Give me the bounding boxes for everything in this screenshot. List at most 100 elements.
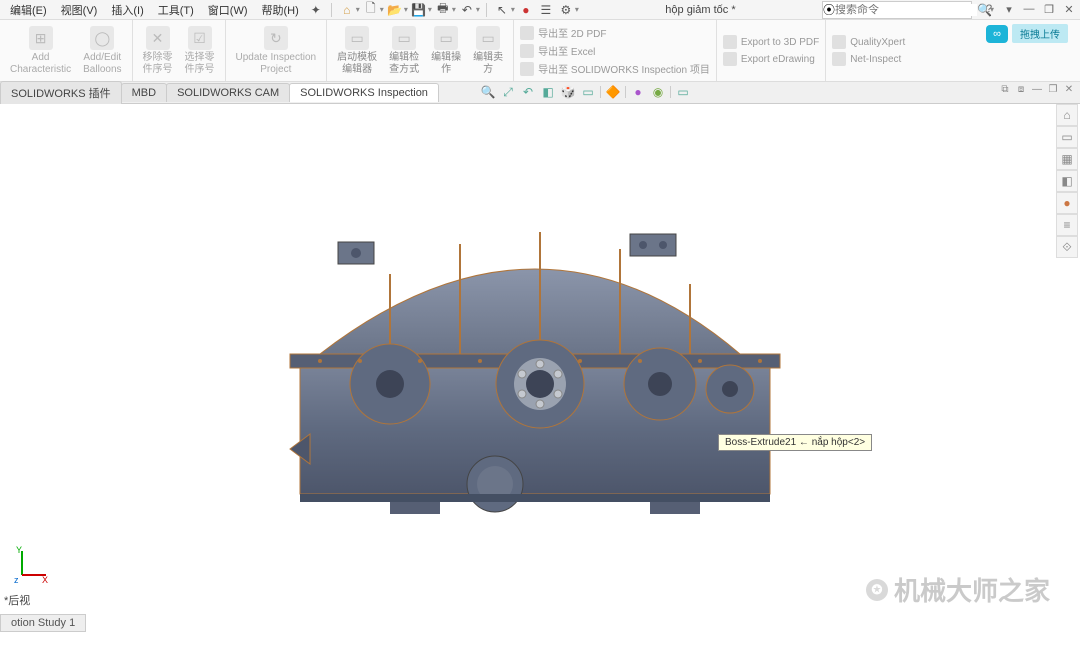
qualityxpert[interactable]: QualityXpert	[832, 35, 905, 49]
tab-inspection[interactable]: SOLIDWORKS Inspection	[289, 83, 439, 102]
previous-view-icon[interactable]: ↶	[520, 84, 536, 100]
chevron-down-icon[interactable]: ▾	[476, 5, 480, 14]
select-icon[interactable]: ↖	[493, 1, 511, 19]
render-icon[interactable]: ▭	[675, 84, 691, 100]
export-2d-pdf[interactable]: 导出至 2D PDF	[520, 25, 710, 40]
ribbon-group-characteristic: ⊞AddCharacteristic ◯Add/EditBalloons	[0, 20, 133, 81]
section-view-icon[interactable]: ◧	[540, 84, 556, 100]
menu-insert[interactable]: 插入(I)	[105, 0, 149, 20]
print-icon[interactable]: 🖶	[434, 1, 452, 19]
home-icon[interactable]: ⌂	[338, 1, 356, 19]
appearance-pane-icon[interactable]: ●	[1056, 192, 1078, 214]
edit-operation-button[interactable]: ▭编辑操作	[425, 22, 467, 79]
tab-addins[interactable]: SOLIDWORKS 插件	[0, 81, 122, 104]
ribbon-group-editors: ▭启动模板编辑器 ▭编辑检查方式 ▭编辑操作 ▭编辑卖方	[327, 20, 514, 81]
help-button[interactable]: ?	[982, 3, 996, 16]
menu-help[interactable]: 帮助(H)	[256, 0, 305, 20]
settings-icon[interactable]: ⚙	[557, 1, 575, 19]
export-3d-pdf[interactable]: Export to 3D PDF	[723, 35, 819, 49]
home-pane-icon[interactable]: ⌂	[1056, 104, 1078, 126]
tab-cam[interactable]: SOLIDWORKS CAM	[166, 83, 290, 102]
minimize-button[interactable]: —	[1022, 3, 1036, 16]
template-icon: ▭	[345, 26, 369, 50]
window-more-button[interactable]: ▾	[1002, 3, 1016, 16]
edit-vendor-button[interactable]: ▭编辑卖方	[467, 22, 509, 79]
document-title: hộp giảm tốc *	[581, 4, 820, 16]
library-pane-icon[interactable]: ▦	[1056, 148, 1078, 170]
zoom-window-icon[interactable]: ⤢	[500, 84, 516, 100]
view-orientation-icon[interactable]: 🎲	[560, 84, 576, 100]
template-editor-button[interactable]: ▭启动模板编辑器	[331, 22, 383, 79]
upload-badge[interactable]: ∞ 拖拽上传	[986, 24, 1068, 43]
custom-props-icon[interactable]: ≡	[1056, 214, 1078, 236]
chevron-down-icon[interactable]: ▾	[428, 5, 432, 14]
label: 移除零	[143, 52, 173, 64]
panel-close-icon[interactable]: ✕	[1062, 84, 1076, 98]
search-input[interactable]	[835, 4, 977, 16]
appearance-icon[interactable]: ●	[630, 84, 646, 100]
panel-controls: ⧉ ⧈ — ❐ ✕	[998, 84, 1076, 98]
net-inspect[interactable]: Net-Inspect	[832, 52, 905, 66]
separator	[331, 3, 332, 17]
separator	[486, 3, 487, 17]
graphics-viewport[interactable]: Boss-Extrude21 ← nắp hộp<2> Y X z *后视 ot…	[0, 104, 1080, 632]
label: 查方式	[389, 64, 419, 76]
resources-pane-icon[interactable]: ▭	[1056, 126, 1078, 148]
menu-window[interactable]: 窗口(W)	[202, 0, 254, 20]
open-icon[interactable]: 📂	[386, 1, 404, 19]
menu-tools[interactable]: 工具(T)	[152, 0, 200, 20]
chevron-down-icon[interactable]: ▾	[575, 5, 579, 14]
menu-view[interactable]: 视图(V)	[55, 0, 104, 20]
forum-pane-icon[interactable]: ⟐	[1056, 236, 1078, 258]
export-inspection-project[interactable]: 导出至 SOLIDWORKS Inspection 项目	[520, 61, 710, 76]
select-icon: ☑	[188, 26, 212, 50]
add-edit-balloons-button[interactable]: ◯Add/EditBalloons	[77, 22, 127, 79]
add-characteristic-button[interactable]: ⊞AddCharacteristic	[4, 22, 77, 79]
update-inspection-button[interactable]: ↻Update InspectionProject	[230, 22, 323, 79]
zoom-fit-icon[interactable]: 🔍	[480, 84, 496, 100]
panel-restore-icon[interactable]: ⧉	[998, 84, 1012, 98]
search-box[interactable]: ⦿ 🔍 ▾	[822, 1, 972, 19]
label: 编辑检	[389, 52, 419, 64]
chevron-down-icon[interactable]: ▾	[452, 5, 456, 14]
upload-label: 拖拽上传	[1012, 24, 1068, 43]
chevron-down-icon[interactable]: ▾	[380, 5, 384, 14]
panel-maximize-icon[interactable]: ❐	[1046, 84, 1060, 98]
edit-inspection-button[interactable]: ▭编辑检查方式	[383, 22, 425, 79]
hide-show-icon[interactable]: 🔶	[605, 84, 621, 100]
display-style-icon[interactable]: ▭	[580, 84, 596, 100]
ribbon-group-export-left: 导出至 2D PDF 导出至 Excel 导出至 SOLIDWORKS Insp…	[514, 20, 717, 81]
label: 导出至 SOLIDWORKS Inspection 项目	[538, 61, 710, 76]
record-icon[interactable]: ●	[517, 1, 535, 19]
motion-study-tab[interactable]: otion Study 1	[0, 614, 86, 632]
export-excel[interactable]: 导出至 Excel	[520, 43, 710, 58]
save-icon[interactable]: 💾	[410, 1, 428, 19]
close-button[interactable]: ✕	[1062, 3, 1076, 16]
view-triad: Y X z	[12, 545, 52, 588]
new-icon[interactable]: 🗋	[362, 1, 380, 19]
view-palette-icon[interactable]: ◧	[1056, 170, 1078, 192]
export-edrawing[interactable]: Export eDrawing	[723, 52, 819, 66]
list-icon[interactable]: ☰	[537, 1, 555, 19]
chevron-down-icon[interactable]: ▾	[511, 5, 515, 14]
label: 编辑操	[431, 52, 461, 64]
pin-icon[interactable]: ✦	[307, 1, 325, 19]
label: Net-Inspect	[850, 54, 901, 65]
panel-expand-icon[interactable]: ⧈	[1014, 84, 1028, 98]
label: Add	[32, 52, 50, 64]
tab-mbd[interactable]: MBD	[121, 83, 167, 102]
panel-minimize-icon[interactable]: —	[1030, 84, 1044, 98]
wechat-icon: ✪	[866, 579, 888, 601]
scene-icon[interactable]: ◉	[650, 84, 666, 100]
ribbon-group-update: ↻Update InspectionProject	[226, 20, 328, 81]
menu-edit[interactable]: 编辑(E)	[4, 0, 53, 20]
chevron-down-icon[interactable]: ▾	[356, 5, 360, 14]
remove-balloon-button[interactable]: ✕移除零件序号	[137, 22, 179, 79]
menu-bar: 编辑(E) 视图(V) 插入(I) 工具(T) 窗口(W) 帮助(H) ✦ ⌂▾…	[0, 0, 1080, 20]
watermark-text: 机械大师之家	[894, 571, 1050, 608]
maximize-button[interactable]: ❐	[1042, 3, 1056, 16]
chevron-down-icon[interactable]: ▾	[404, 5, 408, 14]
undo-icon[interactable]: ↶	[458, 1, 476, 19]
select-balloon-button[interactable]: ☑选择零件序号	[179, 22, 221, 79]
label: 方	[483, 64, 493, 76]
